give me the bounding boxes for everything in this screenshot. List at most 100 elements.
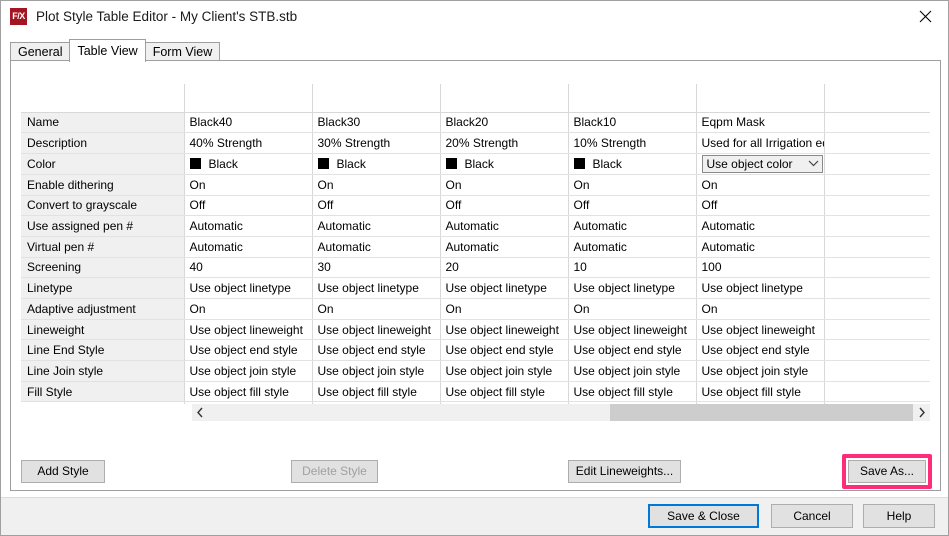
cell-adaptive-black40[interactable]: On (184, 298, 313, 320)
cell-adaptive-black20[interactable]: On (440, 298, 569, 320)
cell-dithering-black20[interactable]: On (440, 174, 569, 196)
cell-assigned-pen-black20[interactable]: Automatic (440, 215, 569, 237)
cell-name-black10[interactable]: Black10 (568, 112, 697, 134)
add-style-button[interactable]: Add Style (21, 460, 105, 483)
cell-join-style-black30[interactable]: Use object join style (312, 360, 441, 382)
chevron-right-icon[interactable] (913, 404, 930, 421)
cell-adaptive-eqpm-mask[interactable]: On (696, 298, 825, 320)
cell-virtual-pen-black30[interactable]: Automatic (312, 236, 441, 258)
cell-end-style-black30[interactable]: Use object end style (312, 339, 441, 362)
cell-description-eqpm-mask[interactable]: Used for all Irrigation eqpm (696, 132, 825, 154)
cell-virtual-pen-black20[interactable]: Automatic (440, 236, 569, 258)
cell-assigned-pen-eqpm-mask[interactable]: Automatic (696, 215, 825, 237)
close-button[interactable] (902, 1, 948, 32)
cell-join-style-eqpm-mask[interactable]: Use object join style (696, 360, 825, 382)
table-row: Name Black40 Black30 Black20 Black10 Eqp… (21, 112, 930, 134)
cell-virtual-pen-black10[interactable]: Automatic (568, 236, 697, 258)
chevron-down-icon (805, 160, 822, 167)
cell-color-black40[interactable]: Black (184, 153, 313, 175)
cell-assigned-pen-black10[interactable]: Automatic (568, 215, 697, 237)
cell-assigned-pen-black40[interactable]: Automatic (184, 215, 313, 237)
cell-screening-black40[interactable]: 40 (184, 257, 313, 279)
cell-grayscale-black40[interactable]: Off (184, 195, 313, 217)
plot-style-grid[interactable]: Name Black40 Black30 Black20 Black10 Eqp… (21, 84, 930, 404)
cell-color-black20[interactable]: Black (440, 153, 569, 175)
edit-lineweights-button[interactable]: Edit Lineweights... (568, 460, 681, 483)
cell-fill-style-black40[interactable]: Use object fill style (184, 381, 313, 403)
cell-adaptive-black30[interactable]: On (312, 298, 441, 320)
cell-name-black30[interactable]: Black30 (312, 112, 441, 134)
cell-empty (824, 132, 930, 154)
cell-screening-black10[interactable]: 10 (568, 257, 697, 279)
cell-description-black30[interactable]: 30% Strength (312, 132, 441, 154)
cell-end-style-eqpm-mask[interactable]: Use object end style (696, 339, 825, 362)
table-row: Screening 40 30 20 10 100 (21, 257, 930, 279)
cell-virtual-pen-eqpm-mask[interactable]: Automatic (696, 236, 825, 258)
cell-color-eqpm-mask[interactable]: Use object color (696, 153, 825, 175)
cell-adaptive-black10[interactable]: On (568, 298, 697, 320)
cell-grayscale-black20[interactable]: Off (440, 195, 569, 217)
cell-fill-style-eqpm-mask[interactable]: Use object fill style (696, 381, 825, 403)
cell-name-black20[interactable]: Black20 (440, 112, 569, 134)
cell-linetype-eqpm-mask[interactable]: Use object linetype (696, 277, 825, 299)
cell-end-style-black20[interactable]: Use object end style (440, 339, 569, 362)
delete-style-button: Delete Style (291, 460, 378, 483)
tab-general[interactable]: General (10, 42, 71, 61)
scrollbar-track[interactable] (209, 404, 913, 421)
tab-table-view[interactable]: Table View (69, 39, 146, 62)
cell-linetype-black30[interactable]: Use object linetype (312, 277, 441, 299)
cancel-button[interactable]: Cancel (771, 504, 853, 528)
cell-name-black40[interactable]: Black40 (184, 112, 313, 134)
cell-linetype-black20[interactable]: Use object linetype (440, 277, 569, 299)
cell-dithering-black10[interactable]: On (568, 174, 697, 196)
cell-lineweight-eqpm-mask[interactable]: Use object lineweight (696, 319, 825, 341)
cell-screening-black20[interactable]: 20 (440, 257, 569, 279)
save-close-button[interactable]: Save & Close (648, 504, 759, 528)
header-cell-1[interactable] (184, 84, 313, 113)
cell-linetype-black40[interactable]: Use object linetype (184, 277, 313, 299)
horizontal-scrollbar[interactable] (192, 404, 930, 421)
cell-assigned-pen-black30[interactable]: Automatic (312, 215, 441, 237)
header-cell-3[interactable] (440, 84, 569, 113)
cell-end-style-black10[interactable]: Use object end style (568, 339, 697, 362)
cell-join-style-black40[interactable]: Use object join style (184, 360, 313, 382)
cell-join-style-black10[interactable]: Use object join style (568, 360, 697, 382)
help-button[interactable]: Help (863, 504, 935, 528)
cell-linetype-black10[interactable]: Use object linetype (568, 277, 697, 299)
cell-description-black40[interactable]: 40% Strength (184, 132, 313, 154)
cell-fill-style-black30[interactable]: Use object fill style (312, 381, 441, 403)
cell-virtual-pen-black40[interactable]: Automatic (184, 236, 313, 258)
table-row: Lineweight Use object lineweight Use obj… (21, 319, 930, 341)
cell-dithering-black30[interactable]: On (312, 174, 441, 196)
cell-screening-eqpm-mask[interactable]: 100 (696, 257, 825, 279)
cell-dithering-black40[interactable]: On (184, 174, 313, 196)
cell-name-eqpm-mask[interactable]: Eqpm Mask (696, 112, 825, 134)
scrollbar-thumb[interactable] (610, 404, 913, 421)
cell-screening-black30[interactable]: 30 (312, 257, 441, 279)
cell-empty (824, 298, 930, 320)
header-cell-2[interactable] (312, 84, 441, 113)
save-as-button[interactable]: Save As... (848, 460, 926, 483)
chevron-left-icon[interactable] (192, 404, 209, 421)
tab-form-view[interactable]: Form View (144, 42, 221, 61)
cell-end-style-black40[interactable]: Use object end style (184, 339, 313, 362)
cell-grayscale-eqpm-mask[interactable]: Off (696, 195, 825, 217)
cell-dithering-eqpm-mask[interactable]: On (696, 174, 825, 196)
cell-fill-style-black10[interactable]: Use object fill style (568, 381, 697, 403)
cell-lineweight-black30[interactable]: Use object lineweight (312, 319, 441, 341)
cell-description-black10[interactable]: 10% Strength (568, 132, 697, 154)
cell-empty (824, 319, 930, 341)
cell-join-style-black20[interactable]: Use object join style (440, 360, 569, 382)
cell-lineweight-black40[interactable]: Use object lineweight (184, 319, 313, 341)
cell-description-black20[interactable]: 20% Strength (440, 132, 569, 154)
cell-fill-style-black20[interactable]: Use object fill style (440, 381, 569, 403)
color-dropdown[interactable]: Use object color (701, 154, 823, 173)
header-cell-4[interactable] (568, 84, 697, 113)
cell-color-black10[interactable]: Black (568, 153, 697, 175)
cell-color-black30[interactable]: Black (312, 153, 441, 175)
header-cell-5[interactable] (696, 84, 825, 113)
cell-lineweight-black20[interactable]: Use object lineweight (440, 319, 569, 341)
cell-grayscale-black10[interactable]: Off (568, 195, 697, 217)
cell-lineweight-black10[interactable]: Use object lineweight (568, 319, 697, 341)
cell-grayscale-black30[interactable]: Off (312, 195, 441, 217)
